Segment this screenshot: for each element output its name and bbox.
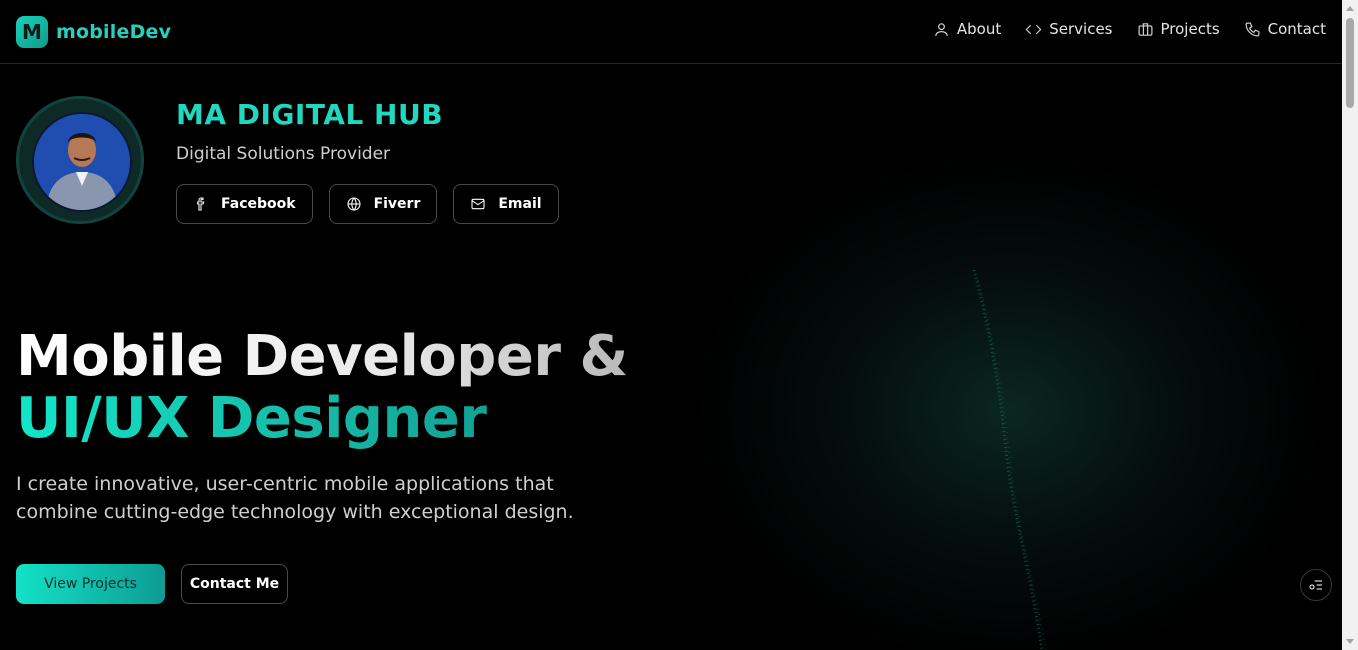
avatar-ring bbox=[16, 96, 144, 224]
contact-me-button[interactable]: Contact Me bbox=[181, 564, 288, 604]
brand-logo[interactable]: M mobileDev bbox=[16, 16, 171, 48]
facebook-label: Facebook bbox=[221, 196, 296, 212]
scrollbar-thumb[interactable] bbox=[1346, 18, 1354, 108]
scroll-up-icon[interactable] bbox=[1346, 6, 1354, 11]
floating-menu-button[interactable] bbox=[1300, 569, 1332, 601]
background-glow bbox=[690, 150, 1330, 650]
nav-links: About Services Projects Contact bbox=[933, 20, 1326, 38]
code-icon bbox=[1025, 24, 1042, 34]
profile-photo bbox=[34, 114, 130, 210]
nav-item-about[interactable]: About bbox=[933, 20, 1001, 38]
email-label: Email bbox=[498, 196, 542, 212]
scrollbar[interactable] bbox=[1342, 0, 1358, 650]
brand-name: mobileDev bbox=[56, 21, 172, 43]
cta-row: View Projects Contact Me bbox=[16, 564, 288, 604]
nav-item-projects[interactable]: Projects bbox=[1137, 20, 1220, 38]
nav-item-label: Projects bbox=[1160, 20, 1220, 38]
nav-item-label: Services bbox=[1049, 20, 1113, 38]
nav-item-contact[interactable]: Contact bbox=[1244, 20, 1326, 38]
view-projects-button[interactable]: View Projects bbox=[16, 564, 165, 604]
profile-title: MA DIGITAL HUB bbox=[176, 98, 444, 131]
briefcase-icon bbox=[1138, 22, 1152, 36]
particle-streak bbox=[972, 270, 1047, 650]
avatar bbox=[32, 112, 132, 212]
globe-icon bbox=[347, 197, 361, 211]
facebook-button[interactable]: Facebook bbox=[176, 184, 313, 224]
navbar: M mobileDev About Services Projects Cont… bbox=[0, 0, 1342, 64]
fiverr-label: Fiverr bbox=[373, 196, 421, 212]
phone-icon bbox=[1245, 22, 1260, 36]
nav-item-services[interactable]: Services bbox=[1025, 20, 1113, 38]
list-settings-icon bbox=[1309, 580, 1322, 590]
brand-badge: M bbox=[16, 16, 48, 48]
user-icon bbox=[935, 22, 948, 36]
fiverr-button[interactable]: Fiverr bbox=[328, 184, 438, 224]
hero-description: I create innovative, user-centric mobile… bbox=[16, 473, 574, 523]
hero-heading-line1: Mobile Developer & bbox=[16, 324, 628, 389]
hero-heading-line2: UI/UX Designer bbox=[16, 388, 628, 450]
mail-icon bbox=[471, 198, 485, 210]
nav-item-label: About bbox=[956, 20, 1002, 38]
social-links: Facebook Fiverr Email bbox=[176, 184, 559, 224]
facebook-icon bbox=[197, 197, 205, 211]
scroll-down-icon[interactable] bbox=[1346, 639, 1354, 644]
hero-heading: Mobile Developer & UI/UX Designer bbox=[16, 326, 628, 450]
profile-subtitle: Digital Solutions Provider bbox=[176, 144, 391, 164]
nav-item-label: Contact bbox=[1267, 20, 1326, 38]
email-button[interactable]: Email bbox=[453, 184, 559, 224]
page: M mobileDev About Services Projects Cont… bbox=[0, 0, 1342, 650]
